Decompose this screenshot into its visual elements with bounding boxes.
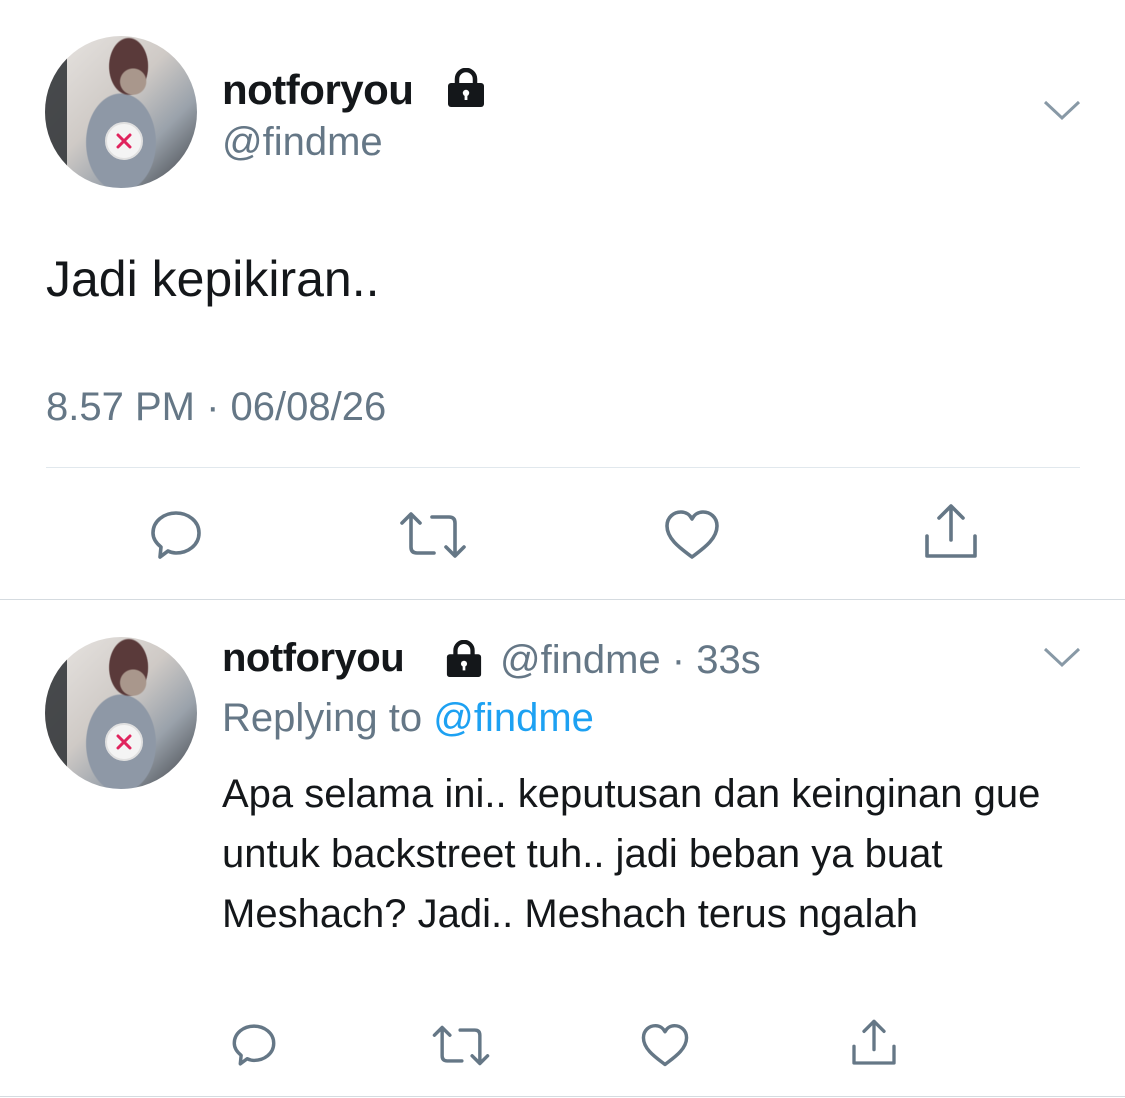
avatar-shade bbox=[45, 36, 67, 188]
retweet-button[interactable] bbox=[430, 1020, 492, 1070]
retweet-icon bbox=[432, 1025, 490, 1065]
share-button[interactable] bbox=[847, 1016, 901, 1070]
share-icon bbox=[925, 504, 977, 558]
divider bbox=[0, 599, 1125, 600]
mention-link[interactable]: @findme bbox=[433, 696, 594, 740]
chevron-down-icon[interactable] bbox=[1042, 98, 1082, 122]
like-button[interactable] bbox=[638, 1020, 692, 1070]
close-icon bbox=[105, 723, 143, 761]
reply-button[interactable] bbox=[228, 1020, 280, 1070]
avatar-shade bbox=[45, 637, 67, 789]
reply-icon bbox=[151, 511, 201, 559]
retweet-icon bbox=[400, 512, 466, 558]
like-icon bbox=[641, 1023, 689, 1066]
tweet-text: Apa selama ini.. keputusan dan keinginan… bbox=[222, 772, 1041, 936]
tweet-meta: @findme · 33s bbox=[500, 638, 761, 683]
like-button[interactable] bbox=[660, 505, 724, 565]
divider bbox=[46, 467, 1080, 468]
avatar[interactable] bbox=[45, 36, 197, 188]
user-handle[interactable]: @findme bbox=[222, 120, 383, 165]
display-name[interactable]: notforyou bbox=[222, 636, 405, 681]
replying-to: Replying to @findme bbox=[222, 696, 594, 741]
meta-separator: · bbox=[671, 638, 686, 682]
divider bbox=[0, 1096, 1125, 1097]
avatar[interactable] bbox=[45, 637, 197, 789]
replying-prefix: Replying to bbox=[222, 696, 423, 740]
tweet-age[interactable]: 33s bbox=[696, 638, 761, 682]
user-handle[interactable]: @findme bbox=[500, 638, 661, 682]
display-name[interactable]: notforyou bbox=[222, 66, 414, 114]
reply-icon bbox=[232, 1024, 276, 1066]
lock-icon bbox=[446, 640, 482, 678]
tweet-text: Jadi kepikiran.. bbox=[46, 251, 380, 307]
retweet-button[interactable] bbox=[397, 505, 469, 565]
share-icon bbox=[852, 1019, 896, 1065]
close-icon bbox=[105, 122, 143, 160]
tweet-timestamp[interactable]: 8.57 PM · 06/08/26 bbox=[46, 385, 386, 430]
chevron-down-icon[interactable] bbox=[1042, 645, 1082, 669]
lock-icon bbox=[448, 68, 484, 107]
share-button[interactable] bbox=[918, 500, 984, 564]
reply-button[interactable] bbox=[145, 505, 207, 565]
like-icon bbox=[665, 510, 719, 559]
